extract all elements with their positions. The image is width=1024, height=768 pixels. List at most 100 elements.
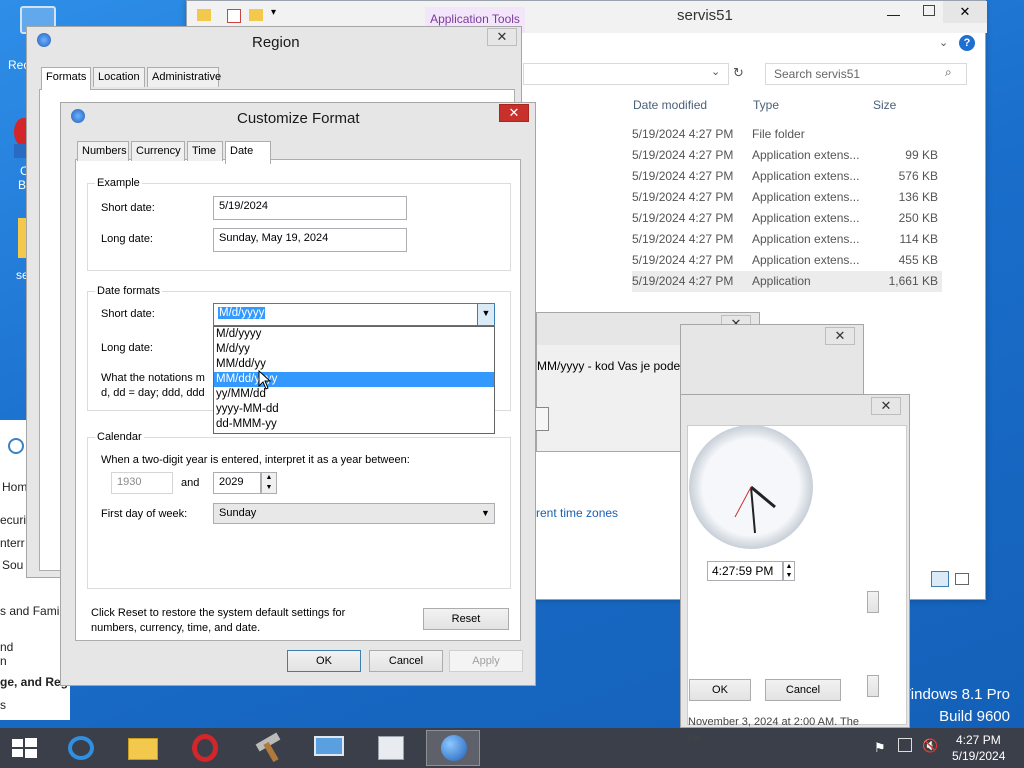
list-item[interactable]: 5/19/2024 4:27 PM File folder: [632, 124, 942, 145]
frag-security[interactable]: ecurit: [0, 513, 29, 527]
calendar-app-icon[interactable]: [364, 730, 418, 766]
time-input[interactable]: 4:27:59 PM: [707, 561, 783, 581]
short-date-combobox[interactable]: M/d/yyyy ▼: [213, 303, 495, 326]
search-icon[interactable]: ⌕: [945, 65, 952, 80]
network-icon[interactable]: [898, 738, 912, 752]
tab-time[interactable]: Time: [187, 141, 223, 161]
apply-button[interactable]: Apply: [449, 650, 523, 672]
side-button[interactable]: [867, 591, 879, 613]
tools-icon[interactable]: [240, 730, 294, 766]
example-short-date: 5/19/2024: [213, 196, 407, 220]
frag-s[interactable]: s: [0, 698, 6, 712]
new-folder-icon[interactable]: [249, 9, 263, 21]
dropdown-option[interactable]: M/d/yyyy: [214, 327, 494, 342]
qat-dropdown-icon[interactable]: ▾: [271, 7, 276, 18]
tray-date[interactable]: 5/19/2024: [952, 749, 1005, 763]
network-computer-icon[interactable]: [302, 730, 356, 766]
cancel-button[interactable]: Cancel: [765, 679, 841, 701]
search-input[interactable]: Search servis51: [765, 63, 967, 85]
example-long-date: Sunday, May 19, 2024: [213, 228, 407, 252]
properties-icon[interactable]: [227, 9, 241, 23]
year-to-input[interactable]: 2029: [213, 472, 261, 494]
file-explorer-icon[interactable]: [116, 730, 170, 766]
maximize-icon[interactable]: [923, 5, 935, 16]
first-day-select-value: Sunday: [219, 507, 257, 519]
dropdown-option[interactable]: MM/dd/yy: [214, 357, 494, 372]
dropdown-option[interactable]: dd-MMM-yy: [214, 417, 494, 432]
frag-region[interactable]: ge, and Reg: [0, 675, 68, 689]
frag-internet[interactable]: nterr: [0, 536, 25, 550]
ribbon-expand-icon[interactable]: ⌄: [939, 36, 948, 49]
close-icon[interactable]: ✕: [943, 1, 987, 23]
tab-currency[interactable]: Currency: [131, 141, 185, 161]
calendar-group-label: Calendar: [95, 431, 144, 443]
help-icon[interactable]: ?: [959, 35, 975, 51]
frag-n[interactable]: n: [0, 654, 7, 668]
list-item[interactable]: 5/19/2024 4:27 PM Application extens... 45…: [632, 250, 942, 271]
list-item[interactable]: 5/19/2024 4:27 PM Application extens... 13…: [632, 187, 942, 208]
flag-icon[interactable]: ⚑: [874, 740, 886, 756]
dropdown-option[interactable]: M/d/yy: [214, 342, 494, 357]
list-item[interactable]: 5/19/2024 4:27 PM Application extens... 25…: [632, 208, 942, 229]
list-item-selected[interactable]: 5/19/2024 4:27 PM Application 1,661 KB: [632, 271, 942, 292]
message-button[interactable]: [535, 407, 549, 431]
chevron-down-icon[interactable]: ▼: [477, 504, 494, 523]
ie-icon: [8, 438, 24, 454]
close-icon[interactable]: ✕: [499, 104, 529, 122]
internet-explorer-icon[interactable]: [54, 730, 108, 766]
mouse-cursor-icon: [258, 370, 272, 390]
tab-numbers[interactable]: Numbers: [77, 141, 129, 161]
reset-button[interactable]: Reset: [423, 608, 509, 630]
tab-administrative[interactable]: Administrative: [147, 67, 221, 87]
short-date-dropdown-list[interactable]: M/d/yyyy M/d/yy MM/dd/yy MM/dd/yyyy yy/M…: [213, 326, 495, 434]
and-label: and: [181, 477, 200, 489]
frag-family[interactable]: s and Family: [0, 604, 68, 618]
dropdown-option[interactable]: yyyy-MM-dd: [214, 402, 494, 417]
time-spinner[interactable]: ▲ ▼: [783, 561, 795, 581]
close-icon[interactable]: ✕: [871, 397, 901, 415]
refresh-icon[interactable]: ↻: [733, 65, 744, 81]
chevron-down-icon[interactable]: ▼: [477, 304, 494, 325]
list-item[interactable]: 5/19/2024 4:27 PM Application extens... 11…: [632, 229, 942, 250]
address-dropdown-icon[interactable]: ⌄: [711, 65, 720, 78]
dropdown-option-highlighted[interactable]: MM/dd/yyyy: [214, 372, 494, 387]
region-globe-taskbar-icon[interactable]: [426, 730, 480, 766]
list-item[interactable]: 5/19/2024 4:27 PM Application extens... 99…: [632, 145, 942, 166]
tab-formats[interactable]: Formats: [41, 67, 91, 90]
folder-icon: [197, 9, 211, 21]
col-type[interactable]: Type: [753, 98, 779, 112]
frag-home[interactable]: Hom: [2, 480, 27, 494]
frag-sound[interactable]: Sou: [2, 558, 23, 572]
analog-clock-icon: [689, 425, 813, 549]
details-view-icon[interactable]: [931, 571, 949, 587]
opera-icon[interactable]: [178, 730, 232, 766]
region-title: Region: [252, 34, 300, 51]
year-spinner[interactable]: ▲ ▼: [261, 472, 277, 494]
close-icon[interactable]: ✕: [487, 28, 517, 46]
list-item[interactable]: 5/19/2024 4:27 PM Application extens... 57…: [632, 166, 942, 187]
explorer-title: servis51: [677, 7, 733, 24]
close-icon[interactable]: ✕: [825, 327, 855, 345]
short-date-combobox-value: M/d/yyyy: [218, 307, 266, 319]
col-size[interactable]: Size: [873, 98, 896, 112]
tray-time[interactable]: 4:27 PM: [956, 733, 1001, 747]
time-zones-link[interactable]: rent time zones: [536, 506, 618, 520]
tab-location[interactable]: Location: [93, 67, 145, 87]
ok-button[interactable]: OK: [689, 679, 751, 701]
tab-date[interactable]: Date: [225, 141, 271, 164]
col-date-modified[interactable]: Date modified: [633, 98, 707, 112]
start-button[interactable]: [0, 730, 50, 766]
address-bar[interactable]: [523, 63, 729, 85]
date-time-dialog: ✕ 4:27:59 PM ▲ ▼ OK Cancel: [680, 394, 910, 728]
first-day-select[interactable]: Sunday ▼: [213, 503, 495, 524]
short-date-format-label: Short date:: [101, 308, 155, 320]
minimize-icon[interactable]: —: [887, 7, 900, 22]
frag-nd[interactable]: nd: [0, 640, 13, 654]
side-button-2[interactable]: [867, 675, 879, 697]
ok-button[interactable]: OK: [287, 650, 361, 672]
volume-muted-icon[interactable]: 🔇: [922, 738, 938, 754]
globe-icon: [37, 33, 51, 47]
dropdown-option[interactable]: yy/MM/dd: [214, 387, 494, 402]
large-icons-view-icon[interactable]: [955, 573, 969, 585]
cancel-button[interactable]: Cancel: [369, 650, 443, 672]
